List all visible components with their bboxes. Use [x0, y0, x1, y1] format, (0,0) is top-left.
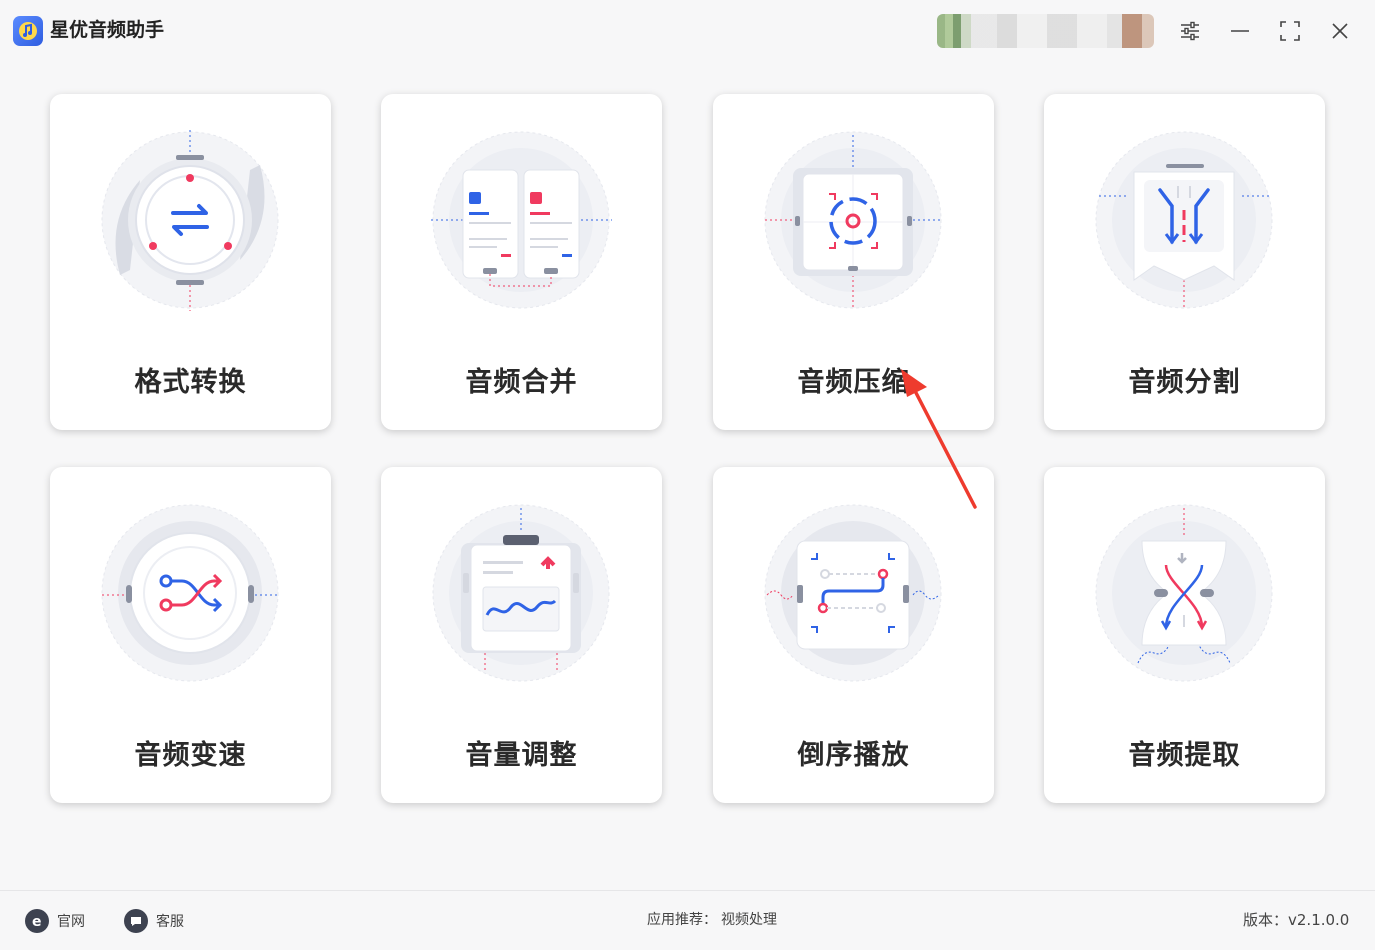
support-label: 客服 [156, 914, 184, 930]
chat-icon [124, 909, 148, 933]
title-bar: 星优音频助手 [0, 0, 1375, 62]
card-label: 格式转换 [134, 367, 247, 398]
card-label: 音频提取 [1128, 740, 1241, 771]
card-audio-split[interactable]: 音频分割 [1044, 94, 1325, 430]
card-audio-compress[interactable]: 音频压缩 [713, 94, 994, 430]
card-reverse-play[interactable]: 倒序播放 [713, 467, 994, 803]
audio-extract-icon [1095, 504, 1273, 682]
user-avatar[interactable] [937, 14, 1154, 48]
audio-compress-icon [764, 131, 942, 309]
card-volume-adjust[interactable]: 音量调整 [381, 467, 662, 803]
recommend-section: 应用推荐： 视频处理 [647, 909, 777, 929]
reverse-play-icon [764, 504, 942, 682]
card-audio-speed[interactable]: 音频变速 [50, 467, 331, 803]
app-logo-icon [13, 16, 43, 46]
settings-button[interactable] [1175, 16, 1205, 46]
sliders-icon [1181, 21, 1199, 41]
footer: e 官网 客服 应用推荐： 视频处理 版本：v2.1.0.0 [0, 890, 1375, 950]
volume-adjust-icon [432, 504, 610, 682]
close-button[interactable] [1325, 16, 1355, 46]
maximize-button[interactable] [1275, 16, 1305, 46]
card-label: 音频合并 [465, 367, 578, 398]
card-label: 音频变速 [134, 740, 247, 771]
app-title: 星优音频助手 [50, 19, 165, 41]
support-link[interactable]: 客服 [124, 909, 184, 933]
minimize-icon [1231, 30, 1249, 32]
close-icon [1332, 23, 1348, 39]
svg-text:e: e [32, 914, 42, 929]
browser-icon: e [25, 909, 49, 933]
card-label: 音频压缩 [797, 367, 910, 398]
audio-merge-icon [431, 131, 612, 309]
maximize-icon [1280, 21, 1300, 41]
version-info: 版本：v2.1.0.0 [1243, 909, 1349, 930]
card-label: 音量调整 [465, 740, 578, 771]
card-label: 倒序播放 [797, 740, 910, 771]
recommend-label: 应用推荐： [647, 912, 717, 928]
audio-split-icon [1095, 131, 1273, 309]
audio-speed-icon [101, 504, 279, 682]
recommend-link[interactable]: 视频处理 [721, 909, 777, 929]
website-link[interactable]: e 官网 [25, 909, 85, 933]
card-format-convert[interactable]: 格式转换 [50, 94, 331, 430]
format-convert-icon [101, 130, 279, 311]
website-label: 官网 [57, 914, 85, 930]
card-audio-merge[interactable]: 音频合并 [381, 94, 662, 430]
card-label: 音频分割 [1128, 367, 1241, 398]
card-audio-extract[interactable]: 音频提取 [1044, 467, 1325, 803]
minimize-button[interactable] [1225, 16, 1255, 46]
version-label: 版本：v2.1.0.0 [1243, 911, 1350, 929]
